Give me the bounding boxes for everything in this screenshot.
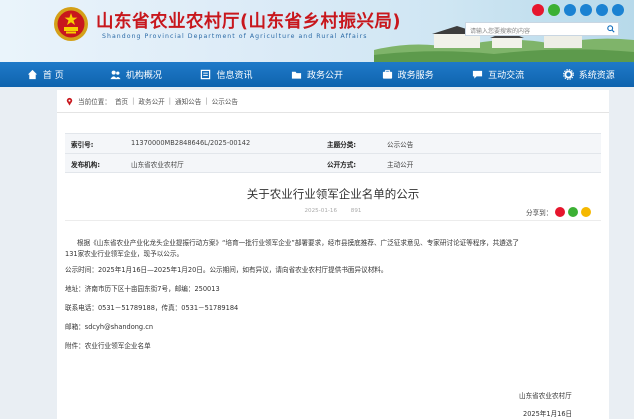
breadcrumb-home[interactable]: 首页	[115, 96, 128, 106]
site-subtitle: Shandong Provincial Department of Agricu…	[102, 33, 368, 40]
index-label: 索引号:	[71, 141, 94, 149]
nav-about[interactable]: 机构概况	[91, 62, 182, 87]
article-views: 891	[350, 208, 362, 214]
nav-news-label: 信息资讯	[216, 71, 253, 81]
search-icon[interactable]	[607, 25, 615, 33]
divider	[65, 220, 601, 221]
nav-home[interactable]: 首 页	[0, 62, 91, 87]
user-icon[interactable]	[596, 4, 608, 16]
meta-divider	[65, 153, 601, 154]
weibo-icon[interactable]	[532, 4, 544, 16]
folder-icon	[291, 71, 302, 79]
article-date: 2025-01-16	[304, 208, 338, 214]
location-icon	[66, 97, 73, 106]
publisher-label: 发布机构:	[71, 161, 101, 169]
nav-about-label: 机构概况	[125, 71, 162, 81]
qzone-share-icon[interactable]	[581, 207, 592, 217]
article-paragraph: 地址：济南市历下区十亩园东街7号，邮编：250013	[65, 285, 220, 293]
nav-resources[interactable]: 系统资源	[543, 62, 634, 87]
site-title: 山东省农业农村厅(山东省乡村振兴局)	[96, 12, 401, 32]
signer: 山东省农业农村厅	[519, 392, 572, 400]
share-label: 分享到：	[526, 209, 553, 217]
publisher-value: 山东省农业农村厅	[131, 161, 184, 169]
nav-home-label: 首 页	[42, 71, 64, 81]
sign-date: 2025年1月16日	[523, 410, 573, 418]
nav-resources-label: 系统资源	[578, 71, 615, 81]
home-icon	[27, 69, 37, 80]
wechat-share-icon[interactable]	[568, 207, 579, 217]
document-meta-table: 索引号: 11370000MB2848646L/2025-00142 主题分类:…	[65, 133, 601, 173]
article-body: 根据《山东省农业产业化龙头企业提振行动方案》“培育一批行业领军企业”部署要求，经…	[65, 238, 601, 352]
national-emblem-icon	[54, 7, 88, 41]
breadcrumb-separator: |	[132, 97, 135, 105]
breadcrumb-separator: |	[205, 97, 208, 105]
nav-news[interactable]: 信息资讯	[181, 62, 272, 87]
nav-gov-service-label: 政务服务	[397, 71, 434, 81]
mobile-icon[interactable]	[564, 4, 576, 16]
share-bar: 分享到：	[526, 207, 592, 217]
gear-icon	[562, 69, 574, 80]
article-paragraph: 131家农业行业领军企业，现予以公示。	[65, 250, 184, 258]
nav-gov-open-label: 政务公开	[307, 71, 344, 81]
category-label: 主题分类:	[327, 141, 357, 149]
attachment-link[interactable]: 附件：农业行业领军企业名单	[65, 341, 601, 352]
article-paragraph: 根据《山东省农业产业化龙头企业提振行动方案》“培育一批行业领军企业”部署要求，经…	[77, 239, 520, 247]
nav-gov-open[interactable]: 政务公开	[272, 62, 363, 87]
content-panel: 当前位置： 首页 | 政务公开 | 通知公告 | 公示公告 索引号: 11370…	[57, 90, 609, 419]
people-icon	[110, 70, 121, 80]
accessibility-icon[interactable]	[580, 4, 592, 16]
wechat-icon[interactable]	[548, 4, 560, 16]
article-paragraph: 公示时间：2025年1月16日—2025年1月20日。公示期间，如有异议，请向省…	[65, 266, 388, 274]
search-placeholder: 请输入您要搜索的内容	[470, 28, 531, 35]
index-value: 11370000MB2848646L/2025-00142	[131, 139, 251, 147]
chat-icon	[473, 70, 483, 79]
divider	[57, 112, 609, 113]
disclosure-label: 公开方式:	[327, 161, 357, 169]
elder-mode-icon[interactable]	[612, 4, 624, 16]
news-icon	[201, 69, 211, 80]
weibo-share-icon[interactable]	[555, 207, 566, 217]
article-paragraph: 联系电话：0531－51789188，传真：0531－51789184	[65, 304, 239, 312]
breadcrumb-announcements[interactable]: 公示公告	[212, 96, 238, 106]
nav-interaction[interactable]: 互动交流	[453, 62, 544, 87]
disclosure-value: 主动公开	[387, 161, 414, 169]
breadcrumb: 当前位置： 首页 | 政务公开 | 通知公告 | 公示公告	[65, 96, 238, 106]
page: 山东省农业农村厅(山东省乡村振兴局) Shandong Provincial D…	[0, 0, 634, 419]
article-paragraph: 邮箱：sdcyh@shandong.cn	[65, 323, 154, 331]
search-input[interactable]: 请输入您要搜索的内容	[465, 22, 619, 36]
service-icon	[382, 69, 392, 79]
breadcrumb-separator: |	[168, 97, 171, 105]
top-social-links	[532, 4, 624, 16]
main-nav: 首 页 机构概况 信息资讯 政务公开 政务服务 互动交流 系统资源	[0, 62, 634, 87]
breadcrumb-notices[interactable]: 通知公告	[175, 96, 201, 106]
category-value: 公示公告	[387, 141, 414, 149]
nav-gov-service[interactable]: 政务服务	[362, 62, 453, 87]
article-title: 关于农业行业领军企业名单的公示	[246, 187, 420, 201]
nav-interaction-label: 互动交流	[488, 71, 525, 81]
breadcrumb-gov-open[interactable]: 政务公开	[138, 96, 164, 106]
header-banner: 山东省农业农村厅(山东省乡村振兴局) Shandong Provincial D…	[0, 0, 634, 62]
breadcrumb-prefix: 当前位置：	[78, 98, 111, 106]
